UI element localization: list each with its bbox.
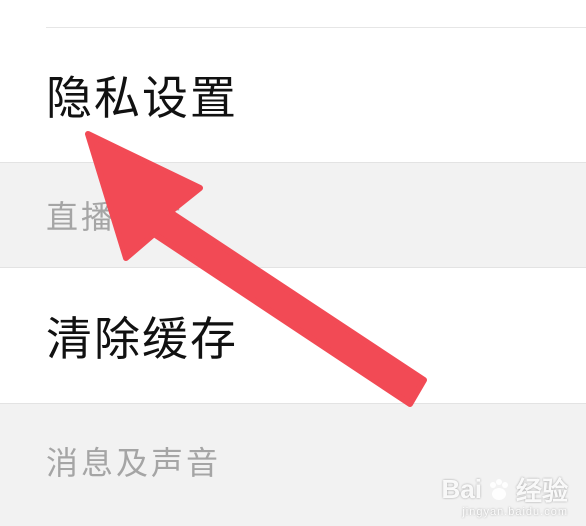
- clear-cache-item[interactable]: 清除缓存: [0, 268, 586, 403]
- live-section-header: 直播相关: [0, 162, 586, 268]
- baidu-jingyan-watermark: Bai 经验 jingyan.baidu.com: [442, 471, 568, 518]
- privacy-settings-item[interactable]: 隐私设置: [0, 28, 586, 162]
- watermark-sub: jingyan.baidu.com: [462, 506, 568, 518]
- live-section-label: 直播相关: [46, 198, 187, 236]
- watermark-logo: Bai 经验: [442, 471, 568, 508]
- paw-icon: [489, 478, 508, 500]
- privacy-settings-label: 隐私设置: [46, 71, 238, 125]
- clear-cache-label: 清除缓存: [46, 311, 238, 366]
- watermark-brand-a: Bai: [441, 474, 482, 504]
- watermark-brand-b: 经验: [515, 476, 568, 506]
- top-spacer: [0, 0, 586, 28]
- settings-screen: 隐私设置 直播相关 清除缓存 消息及声音 Bai 经验 jingyan.baid…: [0, 0, 586, 526]
- message-sound-section-label: 消息及声音: [46, 444, 222, 482]
